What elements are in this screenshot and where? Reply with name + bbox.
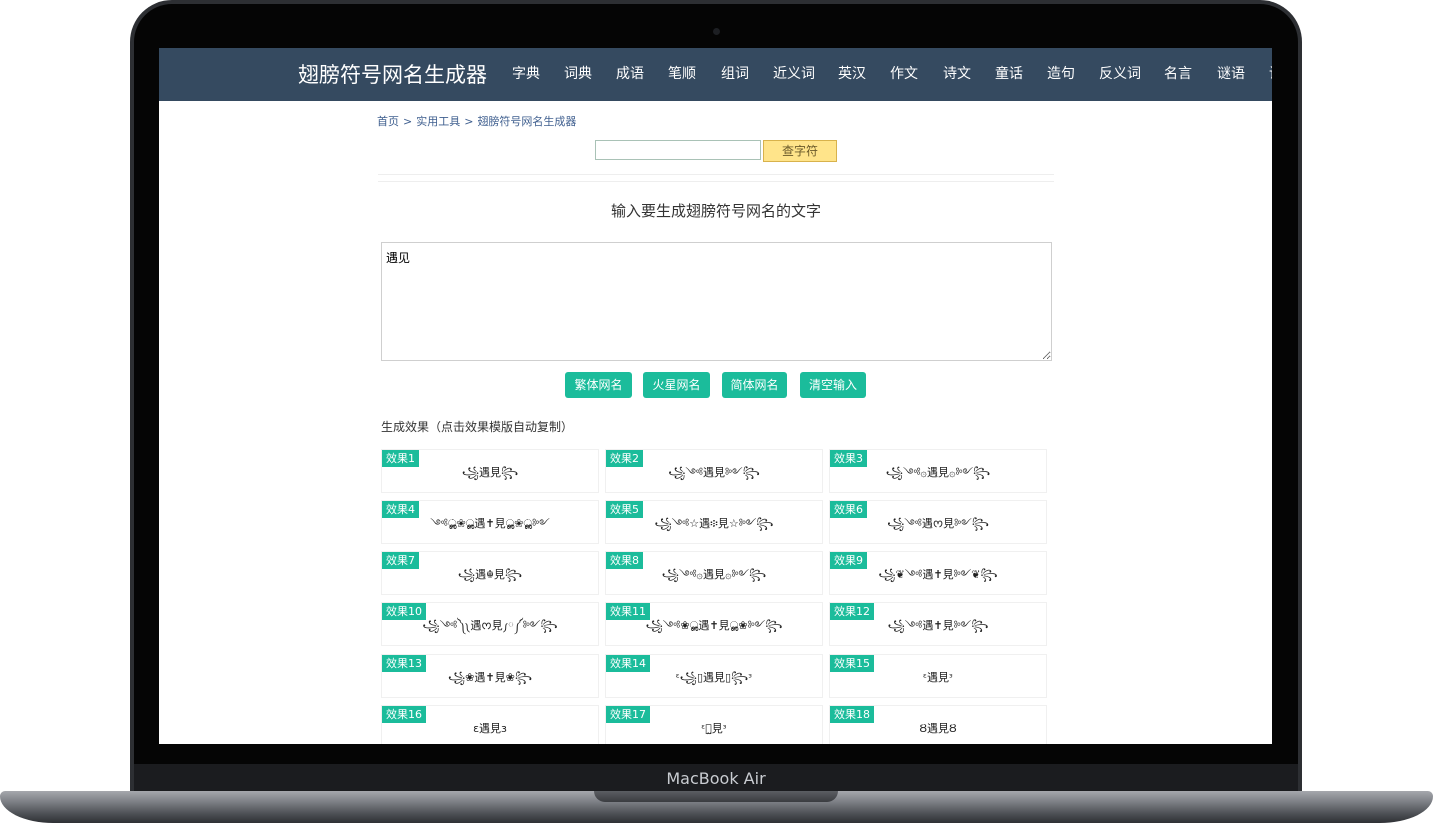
- device-brand-label: MacBook Air: [666, 769, 766, 788]
- result-text: ε遇見з: [473, 722, 507, 735]
- breadcrumb: 首页 > 实用工具 > 翅膀符号网名生成器: [377, 114, 576, 130]
- result-text: ꧁❦༺遇✝見༻❦꧂: [878, 568, 998, 581]
- result-card[interactable]: 效果7 ꧁遇☬見꧂: [381, 551, 599, 595]
- nav-item-truncated[interactable]: 诗: [1269, 64, 1272, 84]
- result-text: ꧁༺遇✝見༻꧂: [887, 619, 989, 632]
- nav-item-zuowen[interactable]: 作文: [890, 64, 918, 84]
- breadcrumb-separator: >: [403, 115, 413, 128]
- result-card[interactable]: 效果6 ꧁༺遇ᰔ見༻꧂: [829, 500, 1047, 544]
- nav-item-yinghan[interactable]: 英汉: [838, 64, 866, 84]
- nav-item-miyu[interactable]: 谜语: [1217, 64, 1245, 84]
- nav-item-tonghua[interactable]: 童话: [995, 64, 1023, 84]
- result-text: ꧁༺۞遇見۞༻꧂: [885, 466, 991, 479]
- result-text: ꧁༺۞遇見۞༻꧂: [661, 568, 767, 581]
- nav-item-fanyici[interactable]: 反义词: [1099, 64, 1141, 84]
- result-card[interactable]: 效果10 ꧁༺༽༾遇ᰔ見༿༼༻꧂: [381, 602, 599, 646]
- nav-item-cidian[interactable]: 词典: [564, 64, 592, 84]
- result-card[interactable]: 效果2 ꧁༺遇見༻꧂: [605, 449, 823, 493]
- browser-viewport: 翅膀符号网名生成器 字典 词典 成语 笔顺 组词 近义词 英汉 作文 诗文 童话…: [159, 48, 1272, 744]
- nav-item-shiwen[interactable]: 诗文: [943, 64, 971, 84]
- breadcrumb-current[interactable]: 翅膀符号网名生成器: [477, 115, 576, 128]
- result-text: ꧁༺☆遇፨見☆༻꧂: [654, 517, 774, 530]
- camera-icon: [713, 28, 720, 35]
- result-card[interactable]: 效果16 ε遇見з: [381, 705, 599, 744]
- result-text: ꧁༺遇ᰔ見༻꧂: [887, 517, 989, 530]
- result-text: ꧁༺༽༾遇ᰔ見༿༼༻꧂: [422, 619, 558, 632]
- result-card[interactable]: 效果9 ꧁❦༺遇✝見༻❦꧂: [829, 551, 1047, 595]
- result-card[interactable]: 效果5 ꧁༺☆遇፨見☆༻꧂: [605, 500, 823, 544]
- result-card[interactable]: 效果12 ꧁༺遇✝見༻꧂: [829, 602, 1047, 646]
- result-text: ꧁❀遇✝見❀꧂: [447, 671, 532, 684]
- nav-item-chengyu[interactable]: 成语: [616, 64, 644, 84]
- nav-item-bishun[interactable]: 笔顺: [668, 64, 696, 84]
- result-card[interactable]: 效果1 ꧁遇見꧂: [381, 449, 599, 493]
- site-title[interactable]: 翅膀符号网名生成器: [298, 61, 487, 89]
- nav-item-zaoju[interactable]: 造句: [1047, 64, 1075, 84]
- char-search-button[interactable]: 查字符: [763, 140, 837, 162]
- martian-name-button[interactable]: 火星网名: [643, 372, 710, 398]
- result-card[interactable]: 效果13 ꧁❀遇✝見❀꧂: [381, 654, 599, 698]
- result-text: Ȣ遇見Ȣ: [919, 722, 957, 735]
- breadcrumb-separator: >: [464, 115, 474, 128]
- nav-item-zuci[interactable]: 组词: [721, 64, 749, 84]
- char-search-input[interactable]: [595, 140, 761, 160]
- clear-input-button[interactable]: 清空输入: [800, 372, 866, 398]
- nav-item-jinyici[interactable]: 近义词: [773, 64, 815, 84]
- result-card[interactable]: 效果14 ᵋ꧁▯遇見▯꧂ᵌ: [605, 654, 823, 698]
- result-card[interactable]: 效果3 ꧁༺۞遇見۞༻꧂: [829, 449, 1047, 493]
- result-text: ꧁༺遇見༻꧂: [668, 466, 760, 479]
- laptop-notch: [594, 791, 838, 802]
- breadcrumb-tools[interactable]: 实用工具: [416, 115, 460, 128]
- traditional-name-button[interactable]: 繁体网名: [565, 372, 632, 398]
- result-text: ᵋ遇見ᵌ: [923, 671, 953, 684]
- top-navigation: 翅膀符号网名生成器 字典 词典 成语 笔顺 组词 近义词 英汉 作文 诗文 童话…: [159, 48, 1272, 101]
- result-card[interactable]: 效果18 Ȣ遇見Ȣ: [829, 705, 1047, 744]
- result-card[interactable]: 效果15 ᵋ遇見ᵌ: [829, 654, 1047, 698]
- simplified-name-button[interactable]: 简体网名: [722, 372, 787, 398]
- result-card[interactable]: 效果4 ༺ൢ❀ൢ遇✝見ൢ❀ൢ༻: [381, 500, 599, 544]
- results-label: 生成效果（点击效果模版自动复制）: [381, 420, 574, 434]
- breadcrumb-home[interactable]: 首页: [377, 115, 399, 128]
- result-card[interactable]: 效果8 ꧁༺۞遇見۞༻꧂: [605, 551, 823, 595]
- result-text: ༺ൢ❀ൢ遇✝見ൢ❀ൢ༻: [430, 517, 550, 530]
- result-card[interactable]: 效果17 ᵋ遇̰見ᵌ: [605, 705, 823, 744]
- result-text: ᵋ遇̰見ᵌ: [701, 722, 727, 735]
- result-text: ꧁遇☬見꧂: [457, 568, 523, 581]
- result-text: ꧁༺❀ൢ遇✝見ൢ❀༻꧂: [645, 619, 783, 632]
- name-text-input[interactable]: 遇见: [381, 242, 1052, 361]
- nav-item-mingyan[interactable]: 名言: [1164, 64, 1192, 84]
- divider: [378, 181, 1054, 182]
- result-text: ᵋ꧁▯遇見▯꧂ᵌ: [675, 671, 753, 684]
- result-card[interactable]: 效果11 ꧁༺❀ൢ遇✝見ൢ❀༻꧂: [605, 602, 823, 646]
- divider: [378, 174, 1054, 175]
- page-heading: 输入要生成翅膀符号网名的文字: [610, 202, 821, 220]
- nav-item-zidian[interactable]: 字典: [512, 64, 540, 84]
- result-text: ꧁遇見꧂: [461, 466, 519, 479]
